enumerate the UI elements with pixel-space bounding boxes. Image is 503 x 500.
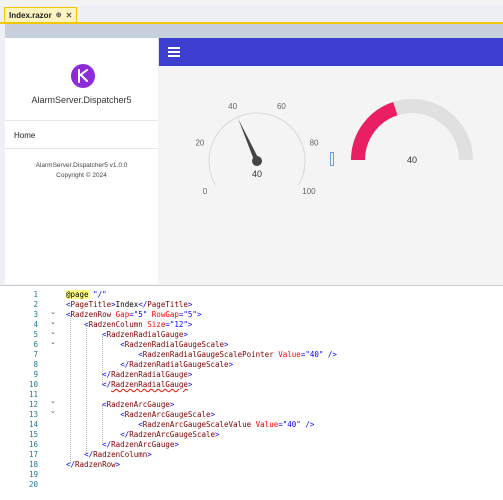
code-line-12: <RadzenArcGauge> xyxy=(102,400,175,409)
browser-preview: AlarmServer.Dispatcher5 Home AlarmServer… xyxy=(5,24,503,284)
app-name: AlarmServer.Dispatcher5 xyxy=(31,95,132,105)
line-number: 17 xyxy=(28,450,38,459)
close-icon[interactable]: ✕ xyxy=(66,11,73,20)
line-number: 2 xyxy=(33,300,38,309)
copyright-text: Copyright © 2024 xyxy=(56,172,107,179)
line-number: 15 xyxy=(28,430,38,439)
app-header xyxy=(158,38,503,66)
nav-home-link[interactable]: Home xyxy=(14,131,35,140)
line-number: 7 xyxy=(33,350,38,359)
code-line-13: <RadzenArcGaugeScale> xyxy=(120,410,216,419)
line-number: 11 xyxy=(28,390,38,399)
code-line-8: </RadzenRadialGaugeScale> xyxy=(120,360,234,369)
line-number: 16 xyxy=(28,440,38,449)
fold-chevron-icon[interactable]: ⌄ xyxy=(50,338,56,346)
divider xyxy=(5,120,158,121)
code-line-14: <RadzenArcGaugeScaleValue Value="40" /> xyxy=(138,420,315,429)
code-editor[interactable]: 1 2 3 4 5 6 7 8 9 10 11 12 13 14 15 16 17 18 19 20 ⌄ ⌄ ⌄ ⌄ … xyxy=(0,285,503,500)
fold-chevron-icon[interactable]: ⌄ xyxy=(50,397,56,405)
line-number: 10 xyxy=(28,380,38,389)
code-line-17: </RadzenColumn> xyxy=(84,450,152,459)
line-number: 18 xyxy=(28,460,38,469)
gauge-pointer-cap xyxy=(252,156,262,166)
k-logo-icon xyxy=(71,64,95,88)
code-line-2: <PageTitle>Index</PageTitle> xyxy=(66,300,193,309)
tab-title: Index.razor xyxy=(9,10,52,20)
line-number: 4 xyxy=(33,320,38,329)
code-line-9: </RadzenRadialGauge> xyxy=(102,370,193,379)
line-number: 12 xyxy=(28,400,38,409)
arc-gauge: 40 xyxy=(351,99,473,165)
text-cursor xyxy=(330,152,334,166)
radial-gauge: 0 20 40 60 80 100 40 xyxy=(195,102,319,196)
line-number: 8 xyxy=(33,360,38,369)
code-line-4: <RadzenColumn Size="12"> xyxy=(84,320,193,329)
fold-chevron-icon[interactable]: ⌄ xyxy=(50,407,56,415)
line-number: 9 xyxy=(33,370,38,379)
code-line-3: <RadzenRow Gap="5" RowGap="5"> xyxy=(66,310,202,319)
arc-gauge-value-arc xyxy=(351,101,398,161)
code-line-6: <RadzenRadialGaugeScale> xyxy=(120,340,229,349)
gauge-tick-label: 60 xyxy=(277,102,286,111)
fold-chevron-icon[interactable]: ⌄ xyxy=(50,328,56,336)
preview-top-bar xyxy=(5,24,503,38)
gauge-tick-label: 80 xyxy=(310,138,319,147)
code-line-5: <RadzenRadialGauge> xyxy=(102,330,188,339)
arc-gauge-value-label: 40 xyxy=(407,155,417,165)
line-number: 19 xyxy=(28,470,38,479)
line-number: 13 xyxy=(28,410,38,419)
line-number: 1 xyxy=(33,290,38,299)
gauge-tick-label: 0 xyxy=(203,187,208,196)
version-text: AlarmServer.Dispatcher5 v1.0.0 xyxy=(35,162,128,169)
gauge-value-label: 40 xyxy=(252,169,262,179)
gauge-tick-label: 100 xyxy=(302,187,316,196)
divider xyxy=(5,148,158,149)
tab-index-razor[interactable]: Index.razor ⊕ ✕ xyxy=(4,7,78,22)
code-line-15: </RadzenArcGaugeScale> xyxy=(120,430,220,439)
fold-chevron-icon[interactable]: ⌄ xyxy=(50,318,56,326)
fold-chevron-icon[interactable]: ⌄ xyxy=(50,308,56,316)
hamburger-icon[interactable] xyxy=(168,45,180,57)
code-line-10: </RadzenRadialGauge> xyxy=(102,380,193,389)
code-line-16: </RadzenArcGauge> xyxy=(102,440,179,449)
code-line-7: <RadzenRadialGaugeScalePointer Value="40… xyxy=(138,350,337,359)
code-line-1: @page "/" xyxy=(66,290,107,299)
code-line-18: </RadzenRow> xyxy=(66,460,121,469)
line-number: 14 xyxy=(28,420,38,429)
line-number: 20 xyxy=(28,480,38,489)
line-number: 5 xyxy=(33,330,38,339)
gauge-pointer xyxy=(238,118,260,163)
gauge-tick-label: 20 xyxy=(195,138,204,147)
gauge-tick-label: 40 xyxy=(228,102,237,111)
line-number: 3 xyxy=(33,310,38,319)
pin-icon[interactable]: ⊕ xyxy=(56,11,62,19)
sidebar: AlarmServer.Dispatcher5 Home AlarmServer… xyxy=(5,38,159,284)
line-number: 6 xyxy=(33,340,38,349)
